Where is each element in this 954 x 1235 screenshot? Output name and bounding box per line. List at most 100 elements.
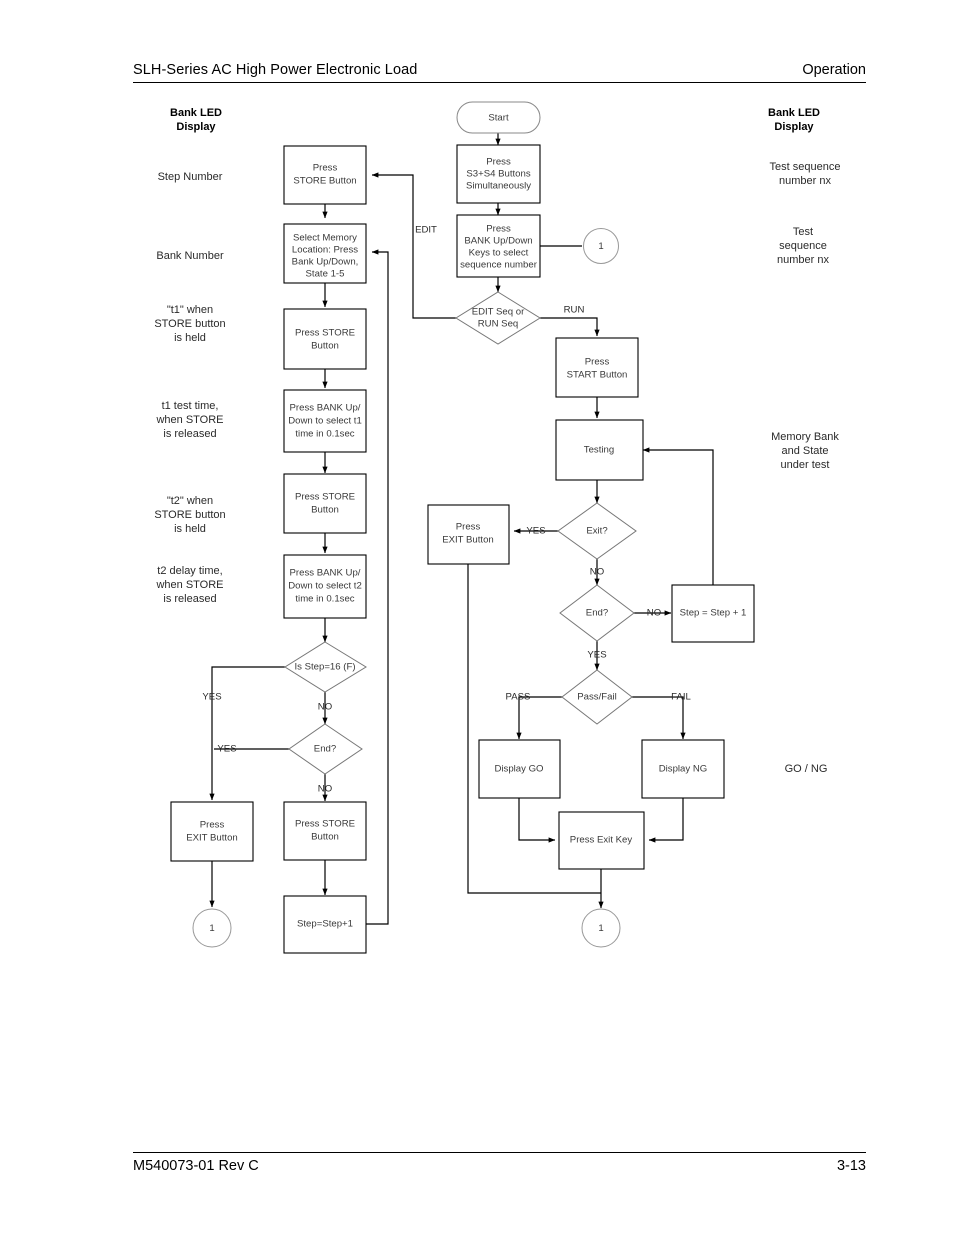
node-label: Simultaneously — [466, 181, 531, 192]
note-line: Test — [793, 226, 813, 238]
node-label: Exit? — [586, 526, 607, 537]
node-connector-bottom-left[interactable]: 1 — [192, 908, 232, 948]
node-end-left-decision[interactable]: End? — [288, 723, 363, 775]
node-exit-decision[interactable]: Exit? — [557, 502, 637, 560]
note-line: GO / NG — [785, 763, 828, 775]
note-line: sequence — [779, 240, 827, 252]
node-start[interactable]: Start — [456, 101, 541, 134]
edge-label-yes-step16: YES — [202, 692, 221, 703]
node-testing[interactable]: Testing — [555, 419, 644, 481]
edge-stepplus1-loopback — [366, 249, 389, 925]
node-label: Press STORE — [295, 492, 355, 503]
node-label: Location: Press — [292, 245, 358, 256]
node-label: Keys to select — [469, 248, 529, 259]
node-label: State 1-5 — [306, 269, 345, 280]
left-heading-line1: Bank LED — [170, 107, 222, 119]
node-label: EXIT Button — [186, 833, 238, 844]
node-label: Press — [456, 522, 481, 533]
edge-label-no-exit: NO — [590, 567, 604, 578]
node-end-right-decision[interactable]: End? — [559, 584, 635, 642]
note-line: Memory Bank — [771, 431, 839, 443]
note-line: Step Number — [158, 171, 223, 183]
node-label: Is Step=16 (F) — [294, 662, 355, 673]
note-line: is held — [174, 523, 206, 535]
right-note-memory-bank: Memory Bank and State under test — [771, 431, 839, 471]
document-page: SLH-Series AC High Power Electronic Load… — [0, 0, 954, 1235]
edge-fail-branch — [632, 696, 686, 740]
note-line: t1 test time, — [162, 400, 219, 412]
edge-isstep16-yes — [209, 666, 285, 801]
edge-go-to-exitkey — [518, 798, 556, 843]
node-press-exit-mid[interactable]: Press EXIT Button — [427, 504, 510, 565]
node-press-store-4[interactable]: Press STORE Button — [283, 801, 367, 861]
node-press-s3-s4[interactable]: Press S3+S4 Buttons Simultaneously — [456, 144, 541, 204]
node-label: time in 0.1sec — [295, 429, 354, 440]
node-label: Testing — [584, 445, 614, 456]
node-label: End? — [314, 744, 336, 755]
node-is-step-16-decision[interactable]: Is Step=16 (F) — [284, 641, 367, 693]
node-label: Press — [585, 357, 610, 368]
node-press-start[interactable]: Press START Button — [555, 337, 639, 398]
note-line: number nx — [779, 175, 831, 187]
node-pass-fail-decision[interactable]: Pass/Fail — [561, 669, 633, 725]
left-note-t1-held: "t1" when STORE button is held — [154, 304, 225, 344]
node-label: RUN Seq — [478, 319, 519, 330]
node-press-store-1[interactable]: Press STORE Button — [283, 145, 367, 205]
node-connector-bottom-center[interactable]: 1 — [581, 908, 621, 948]
node-label: Press — [313, 163, 338, 174]
note-line: Test sequence — [770, 161, 841, 173]
note-line: is released — [163, 593, 216, 605]
edge-label-no-step16: NO — [318, 702, 332, 713]
node-press-store-2[interactable]: Press STORE Button — [283, 308, 367, 370]
node-press-bank-t1[interactable]: Press BANK Up/ Down to select t1 time in… — [283, 389, 367, 453]
note-line: STORE button — [154, 509, 225, 521]
note-line: when STORE — [155, 579, 223, 591]
edge-label-edit: EDIT — [415, 225, 437, 236]
node-label: Press — [200, 820, 225, 831]
node-label: STORE Button — [293, 176, 356, 187]
node-label: time in 0.1sec — [295, 594, 354, 605]
node-label: Press — [486, 224, 511, 235]
edge-run-branch — [540, 317, 600, 337]
edge-label-no-end-right: NO — [647, 608, 661, 619]
edge-label-pass: PASS — [506, 692, 531, 703]
node-label: EXIT Button — [442, 535, 494, 546]
node-press-store-3[interactable]: Press STORE Button — [283, 473, 367, 534]
node-label: Pass/Fail — [577, 692, 616, 703]
node-label: Press — [486, 157, 511, 168]
node-step-plus-1-left[interactable]: Step=Step+1 — [283, 895, 367, 954]
edge-label-yes-end-right: YES — [587, 650, 606, 661]
node-label: 1 — [598, 923, 603, 934]
node-select-memory-location[interactable]: Select Memory Location: Press Bank Up/Do… — [283, 223, 367, 284]
node-step-plus-1-right[interactable]: Step = Step + 1 — [671, 584, 755, 643]
note-line: Bank Number — [156, 250, 224, 262]
node-label: Display GO — [494, 764, 543, 775]
node-display-ng[interactable]: Display NG — [641, 739, 725, 799]
node-press-bank-t2[interactable]: Press BANK Up/ Down to select t2 time in… — [283, 554, 367, 619]
node-label: Start — [488, 113, 509, 124]
node-label: sequence number — [460, 260, 538, 271]
node-edit-or-run-decision[interactable]: EDIT Seq or RUN Seq — [455, 291, 541, 345]
node-press-exit-left[interactable]: Press EXIT Button — [170, 801, 254, 862]
note-line: "t1" when — [167, 304, 213, 316]
flowchart-diagram: Bank LED Display Step Number Bank Number… — [154, 101, 841, 954]
right-note-test-seq-1: Test sequence number nx — [770, 161, 841, 187]
node-display-go[interactable]: Display GO — [478, 739, 561, 799]
note-line: number nx — [777, 254, 829, 266]
node-label: Down to select t1 — [288, 416, 362, 427]
node-label: Bank Up/Down, — [292, 257, 359, 268]
node-label: Press BANK Up/ — [290, 403, 361, 414]
note-line: under test — [781, 459, 830, 471]
edge-stepright-loopback — [642, 447, 714, 585]
node-press-exit-key[interactable]: Press Exit Key — [558, 811, 645, 870]
node-label: Button — [311, 505, 339, 516]
node-label: Display NG — [659, 764, 708, 775]
node-label: EDIT Seq or — [472, 307, 525, 318]
left-column-heading: Bank LED Display — [170, 107, 222, 133]
node-label: Step=Step+1 — [297, 919, 353, 930]
node-label: S3+S4 Buttons — [466, 169, 530, 180]
node-press-bank-seq[interactable]: Press BANK Up/Down Keys to select sequen… — [456, 214, 541, 278]
left-note-t2-released: t2 delay time, when STORE is released — [155, 565, 223, 605]
right-heading-line1: Bank LED — [768, 107, 820, 119]
node-connector-top-right[interactable]: 1 — [583, 228, 619, 264]
